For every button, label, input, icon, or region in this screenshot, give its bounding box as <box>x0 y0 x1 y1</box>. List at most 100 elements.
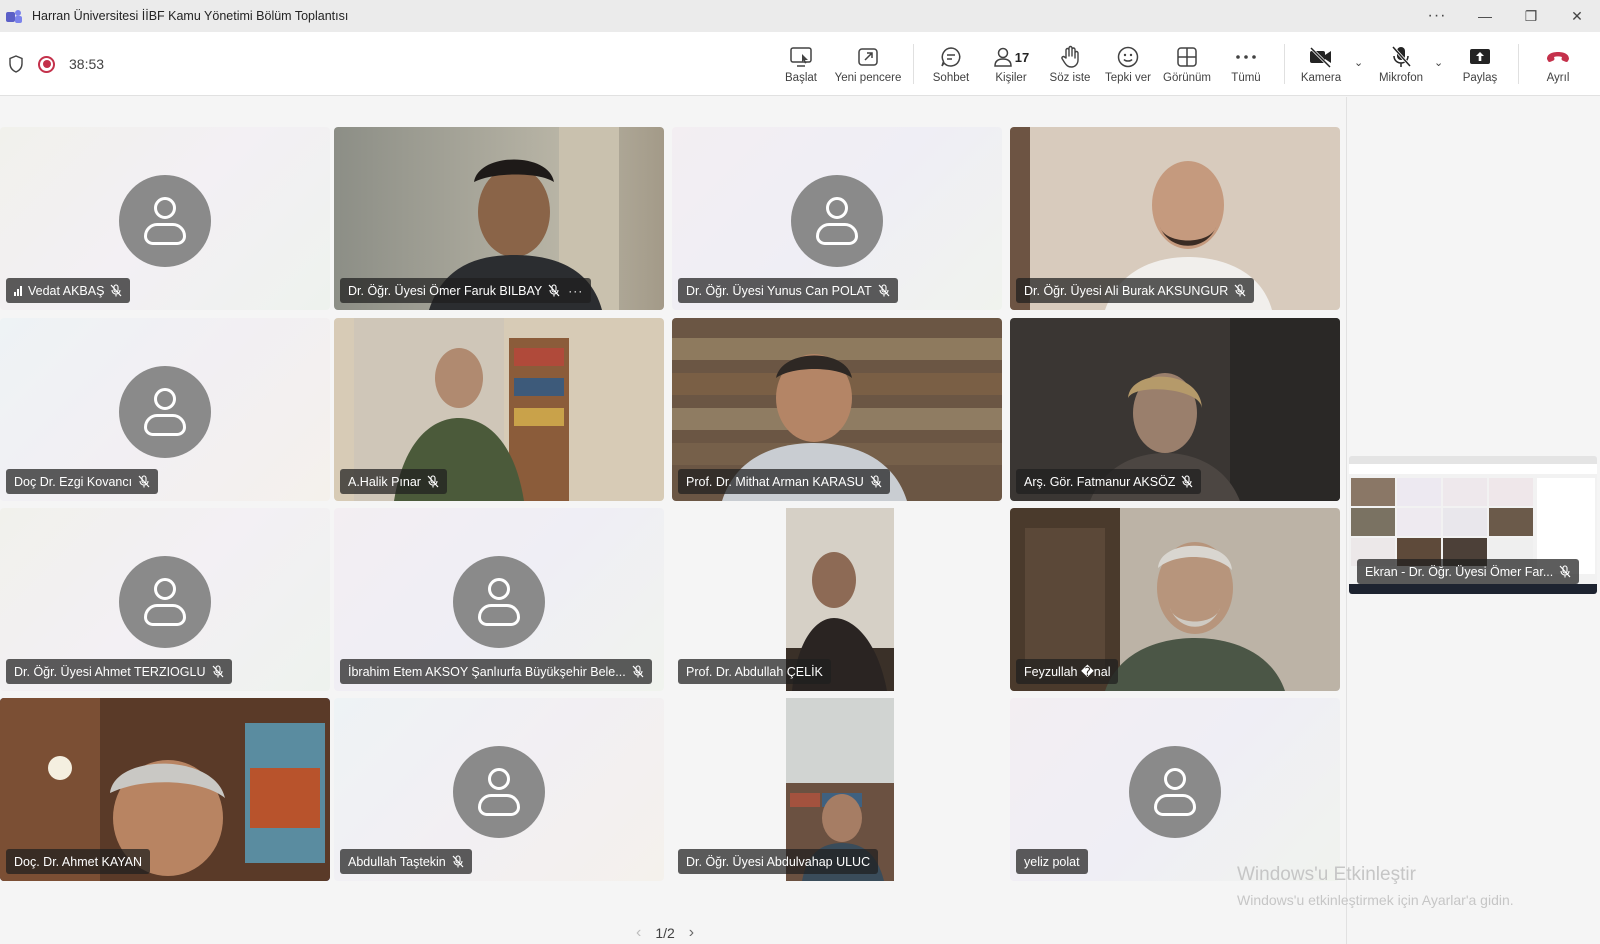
participant-tile[interactable]: Dr. Öğr. Üyesi Ali Burak AKSUNGUR <box>1010 127 1340 310</box>
avatar-placeholder-icon <box>1129 746 1221 838</box>
participant-tile-active-speaker[interactable]: Doç. Dr. Ahmet KAYAN <box>0 698 330 881</box>
page-indicator: 1/2 <box>655 925 675 941</box>
view-button[interactable]: Görünüm <box>1162 32 1212 96</box>
chat-button[interactable]: Sohbet <box>928 32 974 96</box>
new-window-button[interactable]: Yeni pencere <box>832 32 904 96</box>
muted-mic-icon <box>870 475 882 488</box>
start-label: Başlat <box>785 72 817 84</box>
camera-off-icon <box>1309 46 1332 68</box>
new-window-label: Yeni pencere <box>834 72 902 84</box>
shield-icon[interactable] <box>8 55 24 73</box>
participant-nameplate: Arş. Gör. Fatmanur AKSÖZ <box>1016 469 1202 494</box>
camera-options-chevron-icon[interactable]: ⌄ <box>1354 56 1363 69</box>
participant-tile[interactable]: Prof. Dr. Mithat Arman KARASU <box>672 318 1002 501</box>
participant-name: Dr. Öğr. Üyesi Abdulvahap ULUC <box>686 854 871 869</box>
toolbar-divider <box>1284 44 1285 84</box>
minimize-button[interactable]: — <box>1462 0 1508 32</box>
participant-name: Vedat AKBAŞ <box>28 283 105 298</box>
title-bar: Harran Üniversitesi İİBF Kamu Yönetimi B… <box>0 0 1600 32</box>
participant-tile[interactable]: Vedat AKBAŞ <box>0 127 330 310</box>
muted-mic-icon <box>452 855 464 868</box>
raise-hand-icon <box>1061 45 1079 68</box>
chat-label: Sohbet <box>932 72 970 84</box>
pop-out-icon <box>858 48 878 66</box>
muted-mic-icon <box>138 475 150 488</box>
view-label: Görünüm <box>1163 72 1211 84</box>
close-button[interactable]: ✕ <box>1554 0 1600 32</box>
participant-tile[interactable]: Dr. Öğr. Üyesi Ömer Faruk BILBAY ··· <box>334 127 664 310</box>
participant-name: Dr. Öğr. Üyesi Ali Burak AKSUNGUR <box>1024 283 1229 298</box>
windows-activation-watermark: Windows'u Etkinleştir Windows'u etkinleş… <box>1237 864 1514 908</box>
meeting-timer: 38:53 <box>69 56 105 72</box>
avatar-placeholder-icon <box>453 746 545 838</box>
participant-nameplate: Doç Dr. Ezgi Kovancı <box>6 469 159 494</box>
emoji-icon <box>1117 46 1139 68</box>
leave-button[interactable]: Ayrıl <box>1538 32 1578 96</box>
window-title: Harran Üniversitesi İİBF Kamu Yönetimi B… <box>32 9 349 23</box>
previous-page-chevron-icon[interactable]: ‹ <box>636 924 641 942</box>
participant-tile[interactable]: Dr. Öğr. Üyesi Abdulvahap ULUC <box>672 698 1002 881</box>
participant-tile[interactable]: Doç Dr. Ezgi Kovancı <box>0 318 330 501</box>
participant-nameplate: Prof. Dr. Abdullah ÇELİK <box>678 659 831 684</box>
participant-nameplate: Feyzullah �nal <box>1016 659 1119 684</box>
camera-button[interactable]: Kamera <box>1298 32 1344 96</box>
people-button[interactable]: 17 Kişiler <box>988 32 1034 96</box>
toolbar-divider <box>913 44 914 84</box>
share-button[interactable]: Paylaş <box>1460 32 1500 96</box>
participant-more-icon[interactable]: ··· <box>568 284 583 298</box>
raise-hand-label: Söz iste <box>1049 72 1091 84</box>
participant-nameplate: Abdullah Taştekin <box>340 849 472 874</box>
next-page-chevron-icon[interactable]: › <box>689 924 694 942</box>
participant-name: Abdullah Taştekin <box>348 854 446 869</box>
participant-tile[interactable]: İbrahim Etem AKSOY Şanlıurfa Büyükşehir … <box>334 508 664 691</box>
grid-view-icon <box>1177 47 1197 67</box>
start-button[interactable]: Başlat <box>780 32 822 96</box>
mic-button[interactable]: Mikrofon <box>1376 32 1426 96</box>
participant-nameplate: Dr. Öğr. Üyesi Ali Burak AKSUNGUR <box>1016 278 1255 303</box>
more-button[interactable]: Tümü <box>1226 32 1266 96</box>
participant-tile[interactable]: Dr. Öğr. Üyesi Ahmet TERZIOGLU <box>0 508 330 691</box>
people-label: Kişiler <box>995 72 1027 84</box>
participant-tile[interactable]: Abdullah Taştekin <box>334 698 664 881</box>
participant-name: İbrahim Etem AKSOY Şanlıurfa Büyükşehir … <box>348 664 626 679</box>
screen-share-nameplate: Ekran - Dr. Öğr. Üyesi Ömer Far... <box>1357 559 1580 584</box>
screen-share-tile[interactable]: Ekran - Dr. Öğr. Üyesi Ömer Far... <box>1349 456 1597 594</box>
participant-name: yeliz polat <box>1024 854 1080 869</box>
participant-tile[interactable]: Arş. Gör. Fatmanur AKSÖZ <box>1010 318 1340 501</box>
participant-name: Doç. Dr. Ahmet KAYAN <box>14 854 143 869</box>
mic-label: Mikrofon <box>1378 72 1424 84</box>
more-dots-icon <box>1236 55 1256 59</box>
participant-name: Prof. Dr. Mithat Arman KARASU <box>686 474 864 489</box>
participant-tile[interactable]: yeliz polat <box>1010 698 1340 881</box>
participant-nameplate: Vedat AKBAŞ <box>6 278 131 303</box>
participant-name: Dr. Öğr. Üyesi Yunus Can POLAT <box>686 283 872 298</box>
participant-nameplate: A.Halik Pınar <box>340 469 447 494</box>
raise-hand-button[interactable]: Söz iste <box>1048 32 1092 96</box>
participant-tile[interactable]: Prof. Dr. Abdullah ÇELİK <box>672 508 1002 691</box>
participant-nameplate: Doç. Dr. Ahmet KAYAN <box>6 849 151 874</box>
mic-options-chevron-icon[interactable]: ⌄ <box>1434 56 1443 69</box>
participant-tile[interactable]: A.Halik Pınar <box>334 318 664 501</box>
participant-tile[interactable]: Feyzullah �nal <box>1010 508 1340 691</box>
more-label: Tümü <box>1231 72 1261 84</box>
participant-name: Doç Dr. Ezgi Kovancı <box>14 474 133 489</box>
screen-share-label: Ekran - Dr. Öğr. Üyesi Ömer Far... <box>1365 564 1554 579</box>
participant-nameplate: Dr. Öğr. Üyesi Ömer Faruk BILBAY ··· <box>340 278 592 303</box>
chat-icon <box>941 47 961 67</box>
watermark-subtitle: Windows'u etkinleştirmek için Ayarlar'a … <box>1237 892 1514 908</box>
participant-name: Feyzullah �nal <box>1024 665 1111 679</box>
toolbar-divider <box>1518 44 1519 84</box>
avatar-placeholder-icon <box>119 175 211 267</box>
muted-mic-icon <box>1181 475 1193 488</box>
avatar-placeholder-icon <box>453 556 545 648</box>
participant-tile[interactable]: Dr. Öğr. Üyesi Yunus Can POLAT <box>672 127 1002 310</box>
people-count: 17 <box>1014 49 1030 65</box>
teams-logo-icon <box>6 9 22 23</box>
window-more-button[interactable]: ··· <box>1414 0 1460 32</box>
avatar-placeholder-icon <box>791 175 883 267</box>
participant-nameplate: Prof. Dr. Mithat Arman KARASU <box>678 469 890 494</box>
participant-name: Prof. Dr. Abdullah ÇELİK <box>686 664 823 679</box>
participant-nameplate: İbrahim Etem AKSOY Şanlıurfa Büyükşehir … <box>340 659 652 684</box>
maximize-button[interactable]: ❐ <box>1508 0 1554 32</box>
react-button[interactable]: Tepki ver <box>1104 32 1152 96</box>
